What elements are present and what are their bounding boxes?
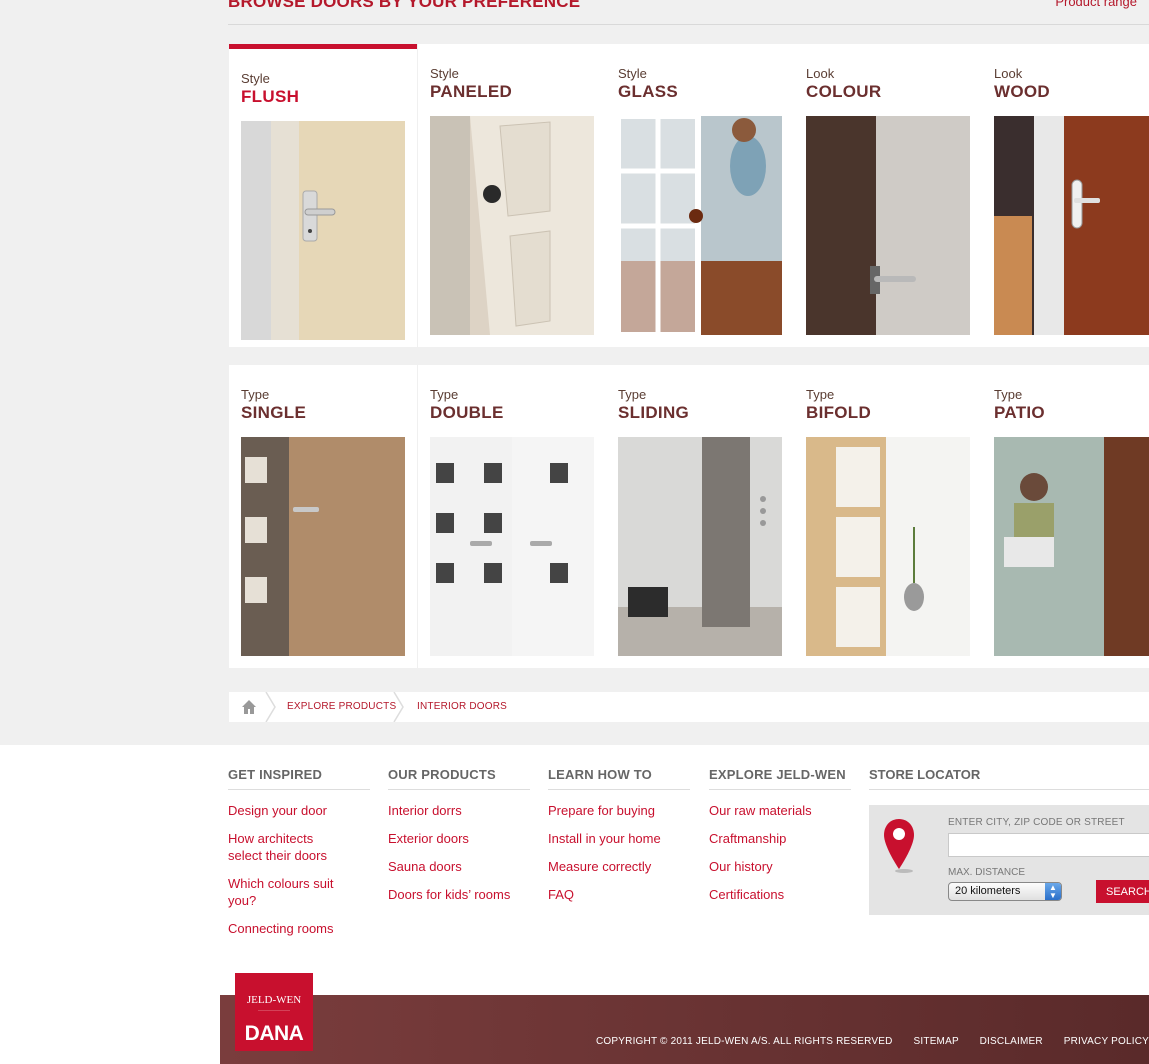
breadcrumb-separator-icon bbox=[393, 692, 404, 722]
card-label: SLIDING bbox=[618, 403, 690, 422]
footer-link[interactable]: Doors for kids’ rooms bbox=[388, 886, 530, 903]
card-paneled[interactable]: Style PANELED bbox=[418, 44, 606, 347]
card-label: COLOUR bbox=[806, 82, 882, 101]
footer-link[interactable]: Sauna doors bbox=[388, 858, 530, 875]
footer-link[interactable]: Our raw materials bbox=[709, 802, 851, 819]
breadcrumb-separator-icon bbox=[265, 692, 276, 722]
privacy-policy-link[interactable]: PRIVACY POLICY bbox=[1064, 1036, 1149, 1047]
card-flush[interactable]: Style FLUSH bbox=[229, 44, 417, 347]
bottom-links: COPYRIGHT © 2011 JELD-WEN A/S. ALL RIGHT… bbox=[578, 1036, 1149, 1047]
store-locator-title: STORE LOCATOR bbox=[869, 767, 1149, 790]
select-arrows-icon: ▲ ▼ bbox=[1045, 883, 1061, 900]
distance-label: MAX. DISTANCE bbox=[948, 867, 1026, 878]
footer-link[interactable]: Measure correctly bbox=[548, 858, 690, 875]
store-locator: STORE LOCATOR ENTER CITY, ZIP CODE OR ST… bbox=[869, 767, 1149, 915]
card-label: DOUBLE bbox=[430, 403, 504, 422]
address-label: ENTER CITY, ZIP CODE OR STREET bbox=[948, 817, 1125, 828]
footer-link[interactable]: Connecting rooms bbox=[228, 920, 348, 937]
distance-select-value: 20 kilometers bbox=[955, 885, 1021, 897]
footer-link[interactable]: Exterior doors bbox=[388, 830, 530, 847]
card-label: GLASS bbox=[618, 82, 679, 101]
distance-select[interactable]: 20 kilometers ▲ ▼ bbox=[948, 882, 1062, 901]
card-bifold[interactable]: Type BIFOLD bbox=[794, 365, 982, 668]
home-icon[interactable] bbox=[241, 699, 257, 715]
copyright-text: COPYRIGHT © 2011 JELD-WEN A/S. ALL RIGHT… bbox=[596, 1036, 893, 1047]
footer-link[interactable]: Which colours suit you? bbox=[228, 875, 348, 909]
footer-link[interactable]: Design your door bbox=[228, 802, 348, 819]
footer-link[interactable]: Craftmanship bbox=[709, 830, 851, 847]
flush-door-image bbox=[241, 121, 405, 340]
wood-door-image bbox=[994, 116, 1149, 335]
sliding-door-image bbox=[618, 437, 782, 656]
card-sliding[interactable]: Type SLIDING bbox=[606, 365, 794, 668]
footer-link[interactable]: How architects select their doors bbox=[228, 830, 348, 864]
footer-col-title: OUR PRODUCTS bbox=[388, 767, 530, 790]
card-kicker: Style bbox=[241, 71, 270, 86]
card-kicker: Style bbox=[618, 66, 647, 81]
footer-link[interactable]: Prepare for buying bbox=[548, 802, 690, 819]
patio-door-image bbox=[994, 437, 1149, 656]
address-input[interactable] bbox=[948, 833, 1149, 857]
glass-door-image bbox=[618, 116, 782, 335]
footer-link[interactable]: Our history bbox=[709, 858, 851, 875]
card-kicker: Type bbox=[618, 387, 647, 402]
logo-dana-text: DANA bbox=[244, 1022, 304, 1045]
card-single[interactable]: Type SINGLE bbox=[229, 365, 417, 668]
card-label: PANELED bbox=[430, 82, 513, 101]
card-kicker: Style bbox=[430, 66, 459, 81]
breadcrumb-explore-products[interactable]: EXPLORE PRODUCTS bbox=[287, 701, 396, 712]
disclaimer-link[interactable]: DISCLAIMER bbox=[980, 1036, 1043, 1047]
card-kicker: Type bbox=[806, 387, 835, 402]
double-door-image bbox=[430, 437, 594, 656]
footer-col-learn-how-to: LEARN HOW TO Prepare for buying Install … bbox=[548, 767, 690, 914]
search-button[interactable]: SEARCH bbox=[1096, 880, 1149, 903]
footer-col-our-products: OUR PRODUCTS Interior dorrs Exterior doo… bbox=[388, 767, 530, 914]
card-kicker: Type bbox=[241, 387, 270, 402]
map-pin-icon bbox=[884, 819, 914, 873]
paneled-door-image bbox=[430, 116, 594, 335]
card-label: PATIO bbox=[994, 403, 1045, 422]
footer-link[interactable]: Install in your home bbox=[548, 830, 690, 847]
card-wood[interactable]: Look WOOD bbox=[982, 44, 1149, 347]
card-label: SINGLE bbox=[241, 403, 307, 422]
bifold-door-image bbox=[806, 437, 970, 656]
section-header: BROWSE DOORS BY YOUR PREFERENCE Product … bbox=[228, 0, 1149, 25]
footer-link[interactable]: FAQ bbox=[548, 886, 690, 903]
bottom-bar: COPYRIGHT © 2011 JELD-WEN A/S. ALL RIGHT… bbox=[220, 995, 1149, 1064]
card-label: WOOD bbox=[994, 82, 1050, 101]
logo-divider: ———————— bbox=[258, 1007, 290, 1012]
card-kicker: Look bbox=[806, 66, 835, 81]
colour-door-image bbox=[806, 116, 970, 335]
footer-col-title: EXPLORE JELD-WEN bbox=[709, 767, 851, 790]
product-range-link[interactable]: Product range bbox=[1055, 0, 1137, 9]
breadcrumb: EXPLORE PRODUCTS INTERIOR DOORS bbox=[229, 692, 1149, 722]
footer-col-explore-jeld-wen: EXPLORE JELD-WEN Our raw materials Craft… bbox=[709, 767, 851, 914]
card-patio[interactable]: Type PATIO bbox=[982, 365, 1149, 668]
footer-col-title: LEARN HOW TO bbox=[548, 767, 690, 790]
card-colour[interactable]: Look COLOUR bbox=[794, 44, 982, 347]
footer-col-get-inspired: GET INSPIRED Design your door How archit… bbox=[228, 767, 370, 948]
card-label: BIFOLD bbox=[806, 403, 872, 422]
card-kicker: Type bbox=[430, 387, 459, 402]
page-title: BROWSE DOORS BY YOUR PREFERENCE bbox=[228, 0, 581, 11]
card-double[interactable]: Type DOUBLE bbox=[418, 365, 606, 668]
card-kicker: Look bbox=[994, 66, 1023, 81]
logo-jeld-wen-text: JELD-WEN bbox=[246, 994, 302, 1006]
single-door-image bbox=[241, 437, 405, 656]
jeld-wen-dana-logo[interactable]: JELD-WEN ———————— DANA bbox=[235, 973, 313, 1051]
card-glass[interactable]: Style GLASS bbox=[606, 44, 794, 347]
sitemap-link[interactable]: SITEMAP bbox=[914, 1036, 959, 1047]
breadcrumb-interior-doors[interactable]: INTERIOR DOORS bbox=[417, 701, 507, 712]
store-locator-form: ENTER CITY, ZIP CODE OR STREET MAX. DIST… bbox=[869, 805, 1149, 915]
footer-link[interactable]: Interior dorrs bbox=[388, 802, 530, 819]
card-label: FLUSH bbox=[241, 87, 300, 106]
card-kicker: Type bbox=[994, 387, 1023, 402]
footer-col-title: GET INSPIRED bbox=[228, 767, 370, 790]
footer-link[interactable]: Certifications bbox=[709, 886, 851, 903]
